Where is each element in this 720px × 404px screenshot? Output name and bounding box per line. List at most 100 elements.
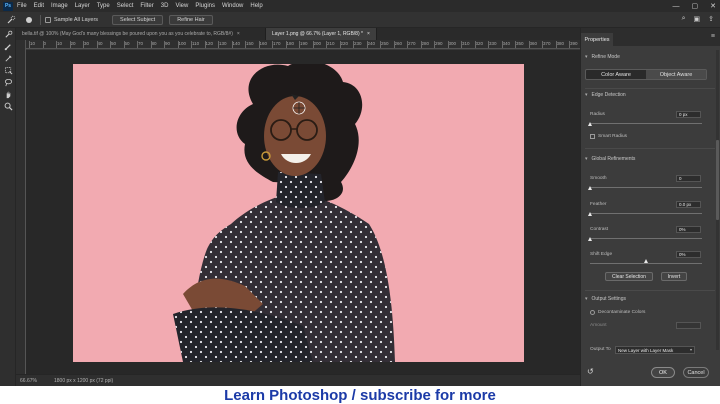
radius-value: 0 px [679,112,688,117]
object-selection-icon[interactable] [0,64,16,76]
global-refinements-header[interactable]: ▾ Global Refinements [585,156,635,162]
menu-view[interactable]: View [175,3,188,9]
menu-window[interactable]: Window [222,3,243,9]
menu-type[interactable]: Type [97,3,110,9]
tab-layer-1-png[interactable]: Layer 1.png @ 66.7% (Layer 1, RGB/8) * × [266,28,377,40]
refine-hair-button[interactable]: Refine Hair [169,14,213,25]
maximize-icon[interactable]: ▢ [692,2,699,10]
tab-properties[interactable]: Properties [581,33,613,46]
invert-button[interactable]: Invert [661,272,687,281]
minimize-icon[interactable]: — [673,3,680,10]
decontaminate-checkbox[interactable] [590,310,595,315]
amount-field[interactable] [676,322,701,329]
menu-help[interactable]: Help [250,3,262,9]
menu-layer[interactable]: Layer [75,3,90,9]
document-image[interactable] [73,64,524,362]
panel-menu-icon[interactable]: ≡ [711,33,715,40]
ruler-tick-label: 190 [299,41,308,48]
cancel-button[interactable]: Cancel [683,367,709,378]
output-settings-header[interactable]: ▾ Output Settings [585,296,626,302]
feather-slider-thumb[interactable] [587,212,592,216]
workspace-icon[interactable]: ▣ [694,15,701,23]
clear-selection-button[interactable]: Clear Selection [605,272,653,281]
menu-plugins[interactable]: Plugins [195,3,215,9]
tab-bella-tif[interactable]: bella.tif @ 100% (May God's many blessin… [16,28,266,40]
vertical-ruler[interactable] [16,40,26,374]
edge-detection-heading: Edge Detection [591,92,626,98]
contrast-slider-track[interactable] [590,238,702,239]
zoom-level[interactable]: 66.67% [16,378,38,384]
radius-field[interactable]: 0 px [676,111,701,118]
quick-selection-icon[interactable] [4,14,18,25]
horizontal-ruler[interactable]: 10 0 10 20 30 40 50 60 70 80 90 100 110 120 130 140 150 1… [26,40,580,49]
refine-edge-brush-icon[interactable] [0,52,16,64]
tab-close-icon[interactable]: × [237,31,240,37]
canvas-area[interactable] [26,50,580,374]
scroll-thumb[interactable] [716,140,719,220]
feather-field[interactable]: 0.0 px [676,201,701,208]
options-bar-right: ⌕ ▣ ⇪ [682,15,714,23]
reset-icon[interactable]: ↺ [587,367,594,376]
hand-tool-icon[interactable] [0,88,16,100]
panel-tab-bar: Properties ≡ [581,28,720,46]
search-icon[interactable]: ⌕ [682,15,686,23]
smart-radius-row: Smart Radius [590,134,627,139]
smooth-field[interactable]: 0 [676,175,701,182]
shift-edge-field[interactable]: 0% [676,251,701,258]
sample-all-layers-checkbox[interactable] [45,16,51,23]
zoom-tool-icon[interactable] [0,100,16,112]
menu-image[interactable]: Image [51,3,68,9]
smooth-slider-track[interactable] [590,187,702,188]
brush-size-icon[interactable] [22,14,36,25]
document-tabs: bella.tif @ 100% (May God's many blessin… [16,28,580,40]
refine-mode-header[interactable]: ▾ Refine Mode [585,54,620,60]
ruler-tick-label: 200 [312,41,322,48]
object-aware-button[interactable]: Object Aware [646,70,706,79]
menu-filter[interactable]: Filter [140,3,153,9]
quick-selection-tool-icon[interactable] [0,28,16,40]
chevron-down-icon: ▾ [585,156,588,162]
contrast-slider-thumb[interactable] [587,237,592,241]
ruler-tick-label: 180 [285,41,295,48]
tab-close-icon[interactable]: × [367,31,370,37]
radius-slider-thumb[interactable] [587,122,592,126]
lasso-tool-icon[interactable] [0,76,16,88]
edge-detection-header[interactable]: ▾ Edge Detection [585,92,626,98]
chevron-down-icon: ▾ [585,296,588,302]
photoshop-logo-icon[interactable]: Ps [3,1,13,11]
smart-radius-checkbox[interactable] [590,134,595,139]
ok-button[interactable]: OK [651,367,675,378]
document-info[interactable]: 1800 px x 1200 px (72 ppi) [54,378,113,384]
section-divider [585,148,715,149]
ruler-tick-label: 290 [434,41,443,48]
select-subject-button[interactable]: Select Subject [112,14,164,25]
shift-edge-slider-track[interactable] [590,263,702,264]
contrast-value: 0% [679,227,686,232]
chevron-down-icon: ▾ [585,54,588,60]
smooth-slider-thumb[interactable] [587,186,592,190]
feather-slider-track[interactable] [590,213,702,214]
shift-edge-label: Shift Edge [590,252,613,257]
shift-edge-value: 0% [679,252,686,257]
panel-scrollbar[interactable] [716,50,719,350]
close-icon[interactable]: ✕ [710,2,716,10]
share-icon[interactable]: ⇪ [708,15,714,23]
ruler-tick-label: 220 [339,41,349,48]
output-to-select[interactable]: New Layer with Layer Mask ▾ [615,346,695,354]
menu-select[interactable]: Select [117,3,134,9]
properties-panel: Properties ≡ ▾ Refine Mode Color Aware Ob… [580,28,720,386]
menu-3d[interactable]: 3D [161,3,169,9]
shift-edge-slider-thumb[interactable] [643,259,648,263]
radius-slider-track[interactable] [590,123,702,124]
output-settings-heading: Output Settings [591,296,626,302]
ruler-tick-label: 380 [555,41,565,48]
ruler-tick-label: 170 [272,41,281,48]
contrast-field[interactable]: 0% [676,226,701,233]
brush-tool-icon[interactable] [0,40,16,52]
color-aware-button[interactable]: Color Aware [586,70,646,79]
clear-selection-label: Clear Selection [612,273,646,280]
ok-label: OK [659,369,667,376]
menu-file[interactable]: File [17,3,27,9]
menu-edit[interactable]: Edit [34,3,44,9]
ruler-tick-label: 20 [69,41,76,48]
